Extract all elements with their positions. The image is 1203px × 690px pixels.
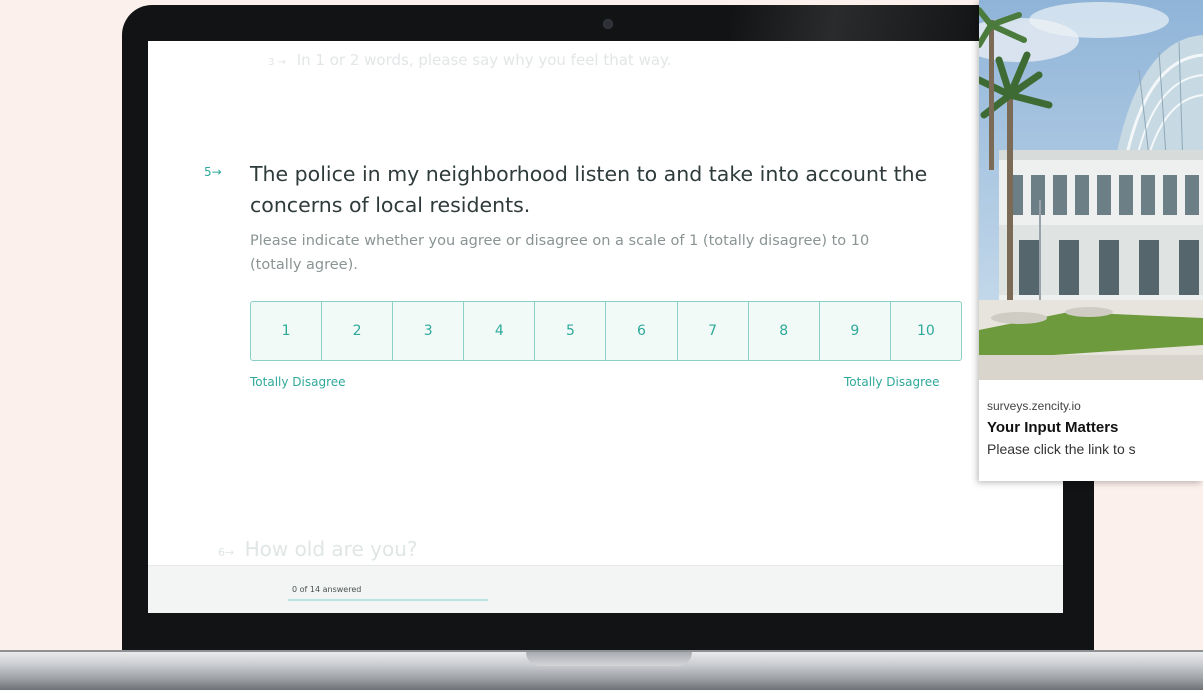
notification-card[interactable]: surveys.zencity.io Your Input Matters Pl… xyxy=(979,0,1203,481)
next-question[interactable]: 6→ How old are you? xyxy=(218,537,417,561)
scale-option-6[interactable]: 6 xyxy=(606,302,678,360)
progress-bar xyxy=(288,599,488,601)
question-number: 5→ xyxy=(204,165,222,179)
survey-screen: 3 → In 1 or 2 words, please say why you … xyxy=(148,41,1063,613)
lid-glare xyxy=(730,5,990,45)
scale-option-3[interactable]: 3 xyxy=(393,302,465,360)
building-photo xyxy=(979,0,1203,380)
scale-option-4[interactable]: 4 xyxy=(464,302,536,360)
scale-option-1[interactable]: 1 xyxy=(251,302,323,360)
scene: 3 → In 1 or 2 words, please say why you … xyxy=(0,0,1203,690)
answered-count: 0 of 14 answered xyxy=(292,585,362,594)
question-title: The police in my neighborhood listen to … xyxy=(250,162,928,217)
notification-title: Your Input Matters xyxy=(987,419,1119,436)
webcam-icon xyxy=(603,19,613,29)
scale-option-2[interactable]: 2 xyxy=(322,302,394,360)
previous-question[interactable]: 3 → In 1 or 2 words, please say why you … xyxy=(268,51,672,69)
scale-option-8[interactable]: 8 xyxy=(749,302,820,360)
previous-question-text: In 1 or 2 words, please say why you feel… xyxy=(296,51,672,69)
scale-option-5[interactable]: 5 xyxy=(535,302,607,360)
laptop-notch xyxy=(526,652,692,666)
scale-label-left: Totally Disagree xyxy=(250,375,346,389)
previous-question-number: 3 → xyxy=(268,57,286,68)
scale-option-10[interactable]: 10 xyxy=(891,302,961,360)
notification-domain: surveys.zencity.io xyxy=(987,399,1081,413)
next-question-number: 6→ xyxy=(218,546,235,559)
scale-option-7[interactable]: 7 xyxy=(678,302,749,360)
rating-scale: 1 2 3 4 5 6 7 8 9 10 xyxy=(250,301,962,361)
scale-label-right: Totally Disagree xyxy=(844,375,940,389)
question-description: Please indicate whether you agree or dis… xyxy=(250,233,870,273)
notification-text: Please click the link to s xyxy=(987,441,1136,457)
next-question-text: How old are you? xyxy=(244,537,418,561)
scale-option-9[interactable]: 9 xyxy=(820,302,891,360)
progress-footer: 0 of 14 answered xyxy=(148,565,1063,613)
